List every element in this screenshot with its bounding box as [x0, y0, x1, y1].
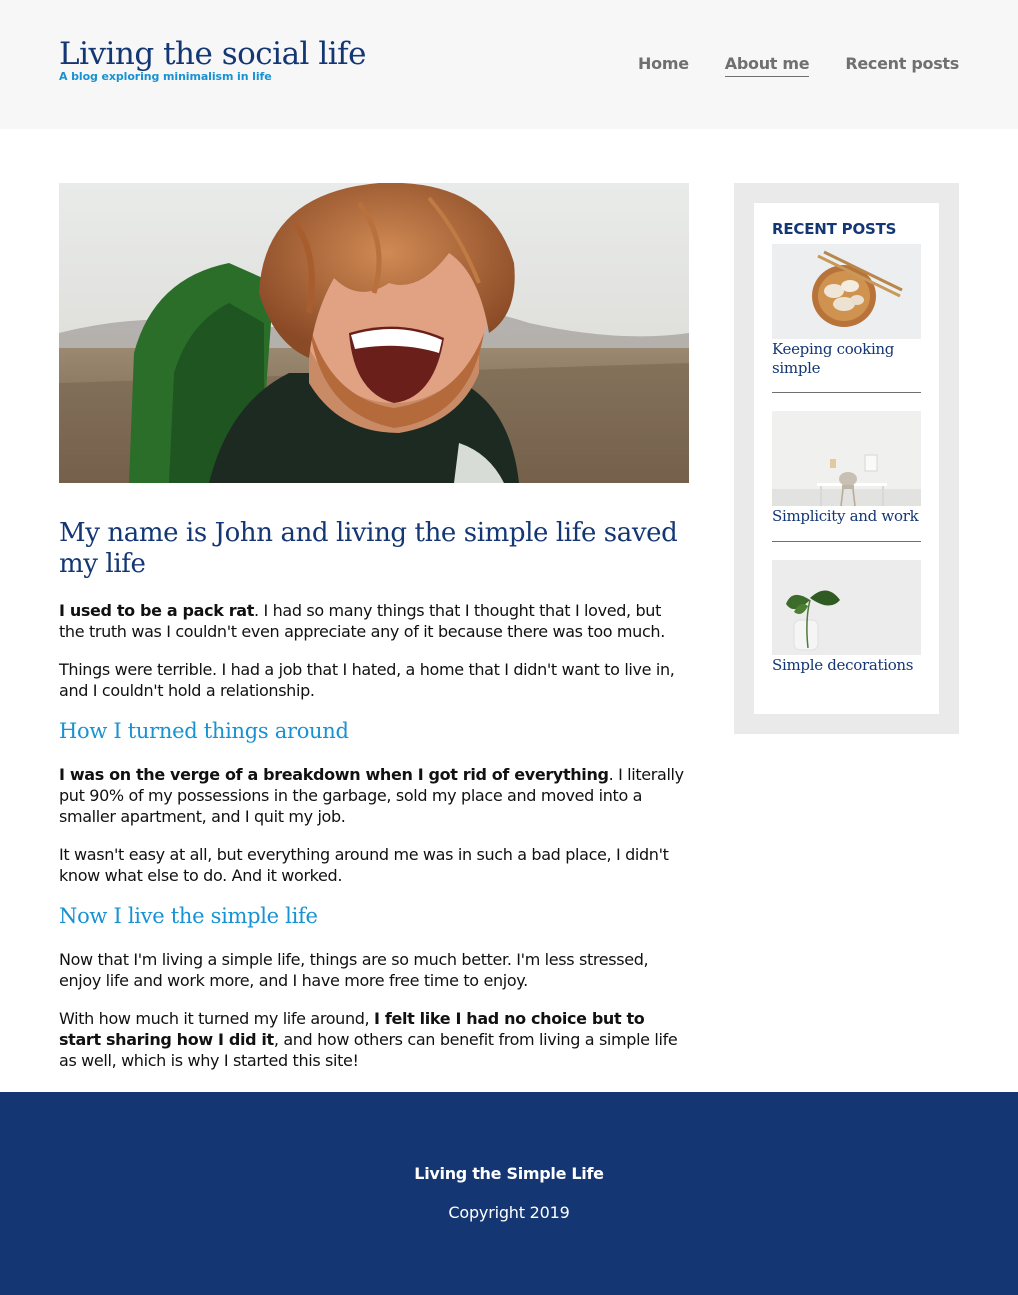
portrait-photo-icon	[59, 183, 689, 483]
emphasis-text: I used to be a pack rat	[59, 601, 254, 620]
post-title[interactable]: Simple decorations	[772, 656, 921, 678]
sidebar: Recent posts Keeping cooking simple	[734, 183, 959, 734]
recent-posts-widget: Recent posts Keeping cooking simple	[754, 203, 939, 714]
post-thumbnail	[772, 244, 921, 339]
nav-home-link[interactable]: Home	[638, 52, 689, 77]
article-paragraph: Things were terrible. I had a job that I…	[59, 660, 675, 700]
post-divider	[772, 541, 921, 542]
hero-image	[59, 183, 689, 483]
site-footer: Living the Simple Life Copyright 2019	[0, 1092, 1018, 1295]
post-divider	[772, 392, 921, 393]
nav-about-link[interactable]: About me	[724, 52, 810, 77]
article-paragraph: I used to be a pack rat. I had so many t…	[59, 600, 689, 642]
site-title[interactable]: Living the social life	[59, 36, 366, 72]
footer-copyright: Copyright 2019	[448, 1203, 570, 1222]
plant-photo-icon	[772, 560, 921, 655]
recent-post-item[interactable]: Keeping cooking simple	[772, 244, 921, 381]
article: My name is John and living the simple li…	[59, 518, 689, 1071]
brand: Living the social life A blog exploring …	[59, 36, 366, 84]
footer-title: Living the Simple Life	[414, 1164, 604, 1183]
recent-post-item[interactable]: Simplicity and work	[772, 411, 921, 529]
article-paragraph: Now that I'm living a simple life, thing…	[59, 950, 649, 990]
recent-post-item[interactable]: Simple decorations	[772, 560, 921, 678]
site-header: Living the social life A blog exploring …	[0, 0, 1018, 129]
paragraph-text: With how much it turned my life around,	[59, 1009, 375, 1028]
desk-photo-icon	[772, 411, 921, 506]
section-heading: How I turned things around	[59, 719, 349, 743]
article-paragraph: With how much it turned my life around, …	[59, 1008, 689, 1071]
article-title: My name is John and living the simple li…	[59, 518, 678, 579]
post-title[interactable]: Keeping cooking simple	[772, 340, 921, 381]
post-thumbnail	[772, 560, 921, 655]
emphasis-text: I was on the verge of a breakdown when I…	[59, 765, 609, 784]
post-title[interactable]: Simplicity and work	[772, 507, 921, 529]
dumplings-photo-icon	[772, 244, 921, 339]
post-thumbnail	[772, 411, 921, 506]
article-paragraph: It wasn't easy at all, but everything ar…	[59, 845, 669, 885]
main-nav: Home About me Recent posts	[638, 52, 959, 77]
site-tagline: A blog exploring minimalism in life	[59, 70, 272, 83]
nav-recent-posts-link[interactable]: Recent posts	[845, 52, 959, 77]
section-heading: Now I live the simple life	[59, 904, 318, 928]
widget-title: Recent posts	[772, 220, 897, 238]
article-paragraph: I was on the verge of a breakdown when I…	[59, 764, 689, 827]
